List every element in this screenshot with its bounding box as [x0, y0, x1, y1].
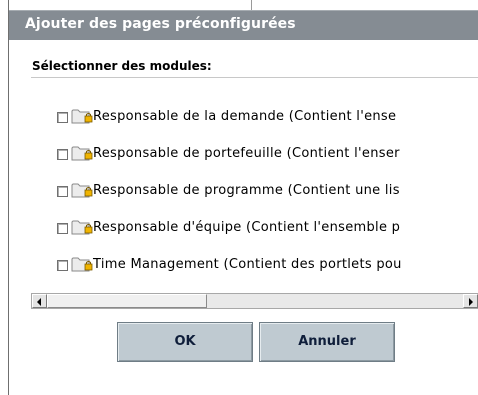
arrow-left-icon	[37, 298, 41, 306]
background-edge	[0, 0, 8, 395]
module-checkbox[interactable]	[57, 186, 68, 197]
module-checkbox[interactable]	[57, 223, 68, 234]
cancel-button[interactable]: Annuler	[259, 322, 395, 362]
module-label: Time Management (Contient des portlets p…	[93, 257, 402, 272]
select-modules-label: Sélectionner des modules:	[32, 59, 212, 73]
module-checkbox[interactable]	[57, 149, 68, 160]
module-label: Responsable de portefeuille (Contient l'…	[93, 146, 400, 161]
module-item: Responsable de la demande (Contient l'en…	[31, 108, 478, 130]
module-checkbox[interactable]	[57, 112, 68, 123]
module-item: Responsable de programme (Contient une l…	[31, 182, 478, 204]
arrow-right-icon	[469, 298, 473, 306]
module-item: Responsable d'équipe (Contient l'ensembl…	[31, 219, 478, 241]
add-preconfigured-pages-dialog: Ajouter des pages préconfigurées Sélecti…	[8, 0, 478, 395]
dialog-titlebar[interactable]: Ajouter des pages préconfigurées	[9, 10, 478, 40]
module-item: Responsable de portefeuille (Contient l'…	[31, 145, 478, 167]
module-checkbox[interactable]	[57, 260, 68, 271]
scrollbar-thumb[interactable]	[47, 294, 207, 308]
module-label: Responsable d'équipe (Contient l'ensembl…	[93, 220, 401, 235]
horizontal-scrollbar[interactable]	[31, 293, 478, 309]
dialog-title: Ajouter des pages préconfigurées	[25, 16, 296, 32]
module-label: Responsable de programme (Contient une l…	[93, 183, 400, 198]
section-divider	[31, 77, 478, 78]
module-label: Responsable de la demande (Contient l'en…	[93, 109, 397, 124]
module-item: Time Management (Contient des portlets p…	[31, 256, 478, 278]
ok-button[interactable]: OK	[117, 322, 253, 362]
scroll-right-button[interactable]	[463, 294, 478, 308]
module-list: Responsable de la demande (Contient l'en…	[31, 100, 478, 290]
divider	[251, 0, 258, 10]
scroll-left-button[interactable]	[32, 294, 47, 308]
